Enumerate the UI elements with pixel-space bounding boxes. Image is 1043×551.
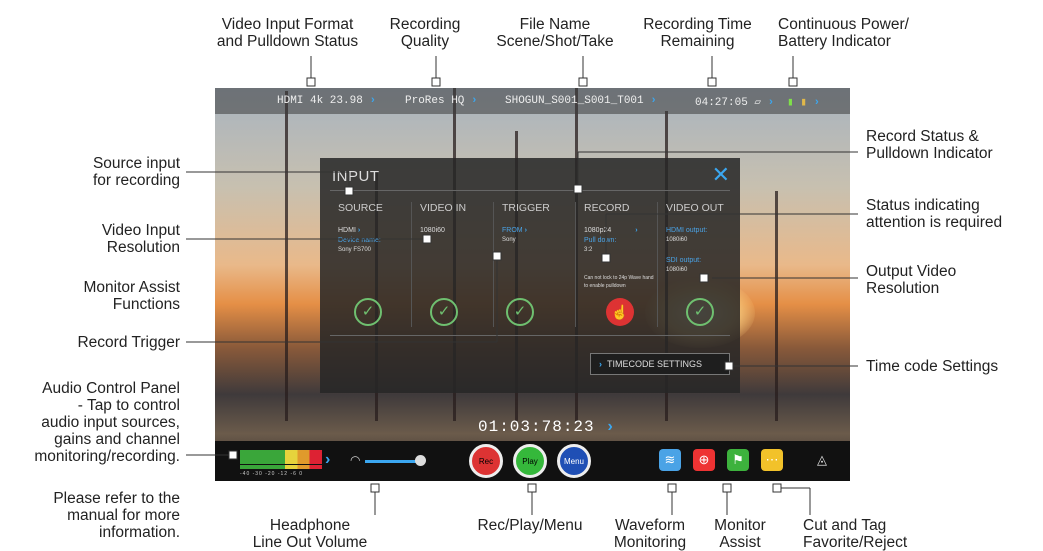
recording-quality-status[interactable]: ProRes HQ ›	[405, 95, 478, 107]
callout-record-status: Record Status & Pulldown Indicator	[866, 128, 993, 162]
battery-icon: ▮	[800, 97, 807, 109]
video-input-status[interactable]: HDMI 4k 23.98 ›	[277, 95, 376, 107]
record-attention-icon[interactable]: ☝	[606, 298, 634, 326]
check-icon: ✓	[686, 298, 714, 326]
column-header: SOURCE	[338, 202, 383, 214]
record-button[interactable]: Rec	[469, 444, 503, 478]
pulldown-warning: Can not lock to 24p Wave hand to enable …	[584, 275, 654, 289]
chevron-right-icon: ›	[605, 418, 616, 436]
sailboat-mast	[285, 91, 288, 421]
divider	[330, 335, 730, 336]
menu-button[interactable]: Menu	[557, 444, 591, 478]
timecode-display: 01:03:78:23 ›	[478, 418, 616, 436]
callout-monitor-assist: Monitor Assist	[714, 517, 766, 551]
chevron-right-icon[interactable]: ›	[325, 451, 330, 469]
callout-monitor-assist-functions: Monitor Assist Functions	[83, 279, 180, 313]
column-header: VIDEO OUT	[666, 202, 724, 214]
chevron-right-icon: ›	[635, 227, 638, 234]
check-icon: ✓	[506, 298, 534, 326]
close-icon[interactable]: ✕	[712, 162, 730, 188]
chevron-right-icon: ›	[524, 227, 527, 234]
audio-meter[interactable]	[240, 465, 322, 469]
audio-meter[interactable]	[240, 450, 322, 464]
sailboat-mast	[775, 191, 778, 421]
file-name-status[interactable]: SHOGUN_S001_S001_T001 ›	[505, 95, 657, 107]
callout-headphone: Headphone Line Out Volume	[252, 517, 368, 551]
tag-icon[interactable]: ⋯	[761, 449, 783, 471]
callout-output-video: Output Video Resolution	[866, 263, 957, 297]
headphone-icon: ◠	[350, 453, 361, 467]
callout-recording-time: Recording Time Remaining	[643, 16, 752, 50]
status-top-bar: HDMI 4k 23.98 › ProRes HQ › SHOGUN_S001_…	[215, 88, 850, 114]
chevron-right-icon: ›	[650, 95, 657, 107]
chevron-right-icon: ›	[599, 359, 602, 369]
callout-source-input: Source input for recording	[92, 155, 180, 189]
check-icon: ✓	[354, 298, 382, 326]
callout-power: Continuous Power/Battery Indicator	[778, 16, 909, 50]
timecode-settings-button[interactable]: › TIMECODE SETTINGS	[590, 353, 730, 375]
monitor-screen: HDMI 4k 23.98 › ProRes HQ › SHOGUN_S001_…	[215, 88, 850, 481]
callout-rec-play-menu: Rec/Play/Menu	[477, 517, 583, 534]
column-header: RECORD	[584, 202, 630, 214]
callout-waveform: Waveform Monitoring	[613, 517, 687, 551]
slider-knob[interactable]	[415, 455, 426, 466]
battery-icon: ▮	[787, 97, 794, 109]
chevron-right-icon: ›	[767, 97, 775, 109]
disk-icon: ▱	[754, 97, 762, 109]
flag-icon[interactable]: ⚑	[727, 449, 749, 471]
divider	[330, 190, 730, 191]
chevron-right-icon: ›	[813, 97, 821, 109]
callout-manual-note: Please refer to the manual for more inform…	[53, 490, 180, 541]
atomos-logo-icon: ◬	[817, 452, 827, 467]
callout-video-input-format: Video Input Format and Pulldown Status	[216, 16, 359, 50]
callout-recording-quality: Recording Quality	[389, 16, 461, 50]
callout-record-trigger: Record Trigger	[77, 334, 180, 351]
power-status[interactable]: ▮ ▮ ›	[787, 95, 820, 109]
play-button[interactable]: Play	[513, 444, 547, 478]
callout-video-input-resolution: Video Input Resolution	[101, 222, 180, 256]
callout-timecode-settings: Time code Settings	[866, 358, 999, 375]
chevron-right-icon: ›	[357, 227, 361, 234]
waveform-icon[interactable]: ≋	[659, 449, 681, 471]
check-icon: ✓	[430, 298, 458, 326]
callout-cut-tag: Cut and Tag Favorite/Reject	[803, 517, 908, 551]
callout-audio-control: Audio Control Panel - Tap to control audio…	[34, 380, 180, 465]
recording-time-status[interactable]: 04:27:05 ▱ ›	[695, 95, 774, 109]
column-header: VIDEO IN	[420, 202, 467, 214]
column-header: TRIGGER	[502, 202, 550, 214]
callout-file-name: File Name Scene/Shot/Take	[496, 16, 614, 50]
panel-title: INPUT	[332, 168, 380, 185]
input-panel: INPUT ✕ SOURCE HDMI › Device name: Sony …	[320, 158, 740, 393]
bottom-control-bar: -40 -30 -20 -12 -6 0 › ◠ Rec Play Menu ≋…	[215, 441, 850, 481]
chevron-right-icon: ›	[369, 95, 377, 107]
callout-status-attention: Status indicating attention is required	[866, 197, 1003, 231]
chevron-right-icon: ›	[471, 95, 478, 107]
meter-scale: -40 -30 -20 -12 -6 0	[240, 471, 304, 477]
crosshair-icon[interactable]: ⊕	[693, 449, 715, 471]
